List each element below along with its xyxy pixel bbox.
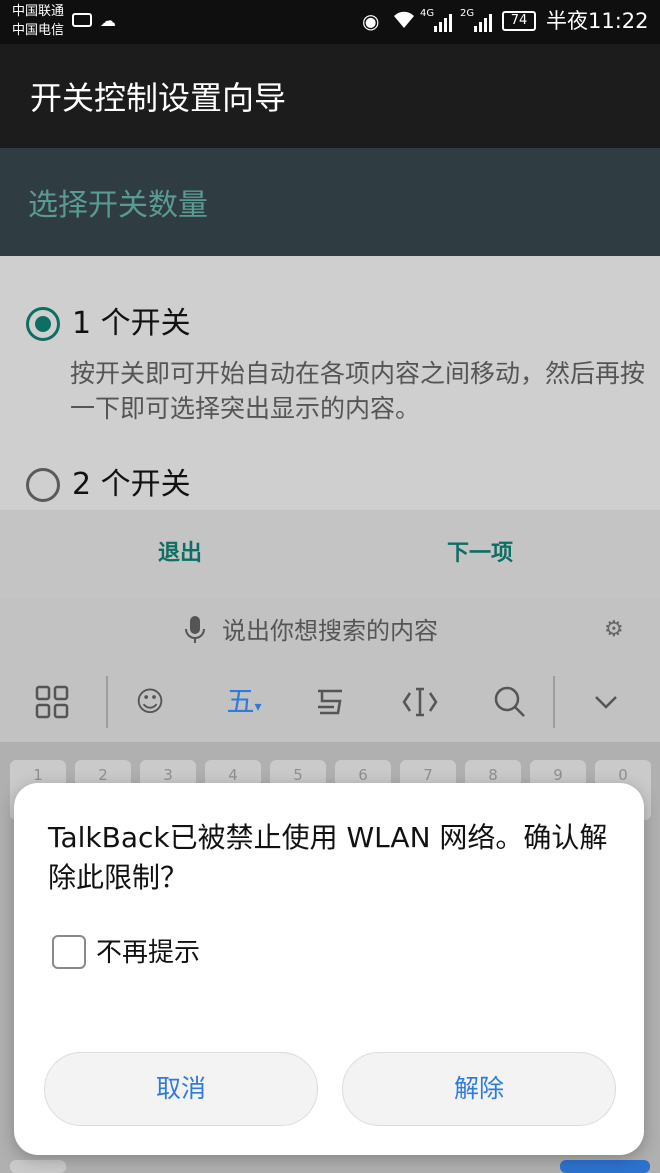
- dont-remind-checkbox[interactable]: [52, 935, 86, 969]
- wifi-icon: [392, 8, 416, 35]
- signal-icon: [474, 14, 492, 32]
- carrier-label-2: 中国电信: [12, 23, 65, 38]
- next-button[interactable]: 下一项: [360, 534, 600, 574]
- carrier-label-1: 中国联通: [12, 4, 65, 19]
- checkbox-label[interactable]: 不再提示: [96, 934, 200, 972]
- cloud-icon: ☁: [100, 11, 116, 30]
- exit-button[interactable]: 退出: [60, 534, 300, 574]
- clock: 半夜11:22: [546, 9, 649, 33]
- eye-icon: ◉: [362, 9, 380, 33]
- chevron-down-icon[interactable]: [584, 680, 628, 724]
- signal-type-2: 2G: [460, 8, 475, 19]
- toolbar-divider: [106, 676, 108, 728]
- gear-icon[interactable]: ⚙: [604, 617, 624, 642]
- search-icon[interactable]: [488, 680, 532, 724]
- dialog-message: TalkBack已被禁止使用 WLAN 网络。确认解除此限制？: [48, 821, 608, 894]
- remove-restriction-button[interactable]: 解除: [342, 1052, 616, 1126]
- cursor-icon[interactable]: [398, 680, 442, 724]
- wubi-input-button[interactable]: 五▾: [222, 680, 266, 724]
- option-label-two-switches[interactable]: 2 个开关: [72, 465, 191, 505]
- signal-type-1: 4G: [420, 8, 435, 19]
- microphone-icon[interactable]: [184, 615, 206, 649]
- emoji-icon[interactable]: ☺: [128, 680, 172, 724]
- keyboard-icon: [72, 13, 92, 27]
- radio-two-switches[interactable]: [26, 468, 60, 502]
- wizard-step-title: 选择开关数量: [28, 188, 208, 223]
- page-title: 开关控制设置向导: [30, 79, 287, 117]
- cancel-button[interactable]: 取消: [44, 1052, 318, 1126]
- voice-hint[interactable]: 说出你想搜索的内容: [222, 614, 438, 648]
- handwriting-icon[interactable]: [308, 680, 352, 724]
- option-description: 按开关即可开始自动在各项内容之间移动，然后再按一下即可选择突出显示的内容。: [70, 359, 646, 423]
- battery-icon: 74: [502, 11, 536, 31]
- signal-icon: [434, 14, 452, 32]
- radio-selected-dot: [35, 316, 51, 332]
- option-label-one-switch[interactable]: 1 个开关: [72, 304, 191, 344]
- wubi-label: 五: [226, 685, 255, 718]
- toolbar-divider: [553, 676, 555, 728]
- grid-menu-icon[interactable]: [30, 680, 74, 724]
